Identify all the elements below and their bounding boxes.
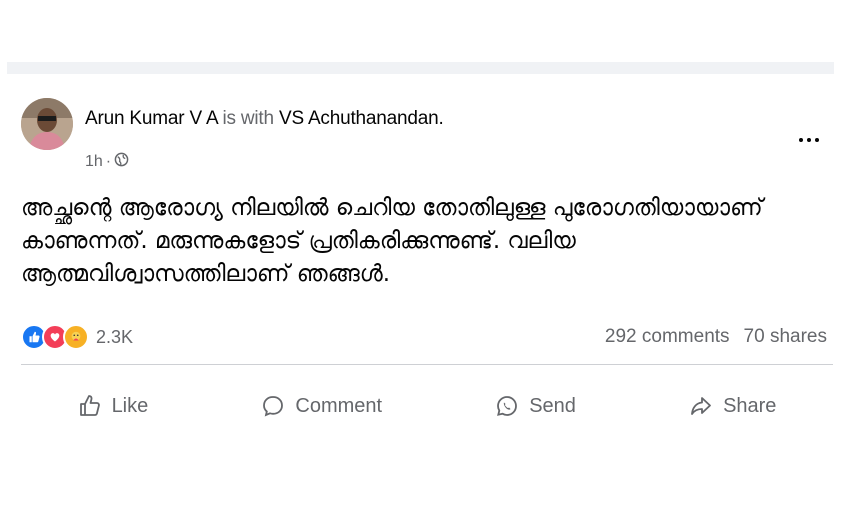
reaction-count[interactable]: 2.3K [96, 327, 133, 348]
post-text: അച്ഛന്റെ ആരോഗ്യ നിലയിൽ ചെറിയ തോതിലുള്ള പ… [21, 192, 801, 291]
reaction-icons[interactable]: 2.3K [21, 324, 133, 350]
meta-separator: · [105, 153, 112, 170]
post-meta: 1h · [85, 152, 129, 172]
engagement-counts: 292 comments 70 shares [605, 326, 827, 348]
globe-icon[interactable] [114, 152, 129, 172]
tagged-person-name[interactable]: VS Achuthanandan. [279, 108, 444, 129]
author-line: Arun Kumar V A is with VS Achuthanandan. [85, 108, 444, 130]
care-icon [63, 324, 89, 350]
page-background-bottom [0, 432, 852, 528]
thumbs-up-icon [78, 394, 102, 418]
post-text-line: ആത്മവിശ്വാസത്തിലാണ് ഞങ്ങൾ. [21, 261, 391, 287]
is-with-text: is with [222, 108, 274, 129]
reactions-summary: 2.3K 292 comments 70 shares [21, 322, 833, 352]
post-time[interactable]: 1h [85, 153, 103, 171]
post-card: Arun Kumar V A is with VS Achuthanandan.… [7, 62, 834, 432]
more-options-icon[interactable] [794, 130, 824, 150]
author-name[interactable]: Arun Kumar V A [85, 108, 218, 129]
comments-count[interactable]: 292 comments [605, 326, 730, 348]
like-label: Like [111, 394, 149, 417]
author-avatar[interactable] [21, 98, 73, 150]
share-arrow-icon [689, 394, 713, 418]
comment-button[interactable]: Comment [247, 388, 396, 424]
whatsapp-icon [495, 394, 519, 418]
send-button[interactable]: Send [481, 388, 590, 424]
post-text-line: കാണുന്നത്. മരുന്നുകളോട് പ്രതികരിക്കുന്നു… [21, 228, 576, 254]
comment-label: Comment [295, 394, 383, 417]
comment-bubble-icon [261, 394, 285, 418]
send-label: Send [529, 394, 576, 417]
like-button[interactable]: Like [64, 388, 163, 424]
share-label: Share [723, 394, 777, 417]
page-background-top [0, 0, 852, 62]
share-button[interactable]: Share [675, 388, 790, 424]
post-text-line: അച്ഛന്റെ ആരോഗ്യ നിലയിൽ ചെറിയ തോതിലുള്ള പ… [21, 195, 763, 221]
shares-count[interactable]: 70 shares [744, 326, 827, 348]
post-actions: Like Comment Send Share [21, 384, 833, 428]
actions-divider [21, 364, 833, 365]
